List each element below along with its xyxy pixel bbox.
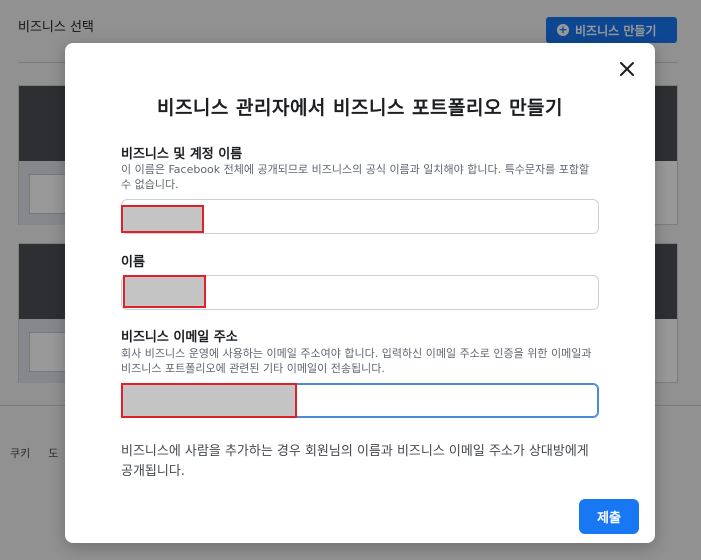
submit-button[interactable]: 제출: [579, 499, 639, 534]
business-name-label: 비즈니스 및 계정 이름: [121, 147, 243, 162]
business-email-label: 비즈니스 이메일 주소: [121, 330, 238, 345]
redacted-business-name: [121, 205, 204, 233]
redacted-business-email: [121, 383, 297, 418]
business-email-help: 회사 비즈니스 운영에 사용하는 이메일 주소여야 합니다. 입력하신 이메일 …: [121, 347, 592, 375]
business-name-help: 이 이름은 Facebook 전체에 공개되므로 비즈니스의 공식 이름과 일치…: [121, 163, 590, 191]
redacted-name: [123, 275, 206, 308]
name-label: 이름: [121, 255, 145, 270]
close-icon[interactable]: [619, 61, 635, 77]
create-portfolio-dialog: 비즈니스 관리자에서 비즈니스 포트폴리오 만들기 비즈니스 및 계정 이름 이…: [65, 43, 655, 543]
privacy-info-text: 비즈니스에 사람을 추가하는 경우 회원님의 이름과 비즈니스 이메일 주소가 …: [121, 444, 589, 479]
dialog-title: 비즈니스 관리자에서 비즈니스 포트폴리오 만들기: [156, 97, 564, 119]
